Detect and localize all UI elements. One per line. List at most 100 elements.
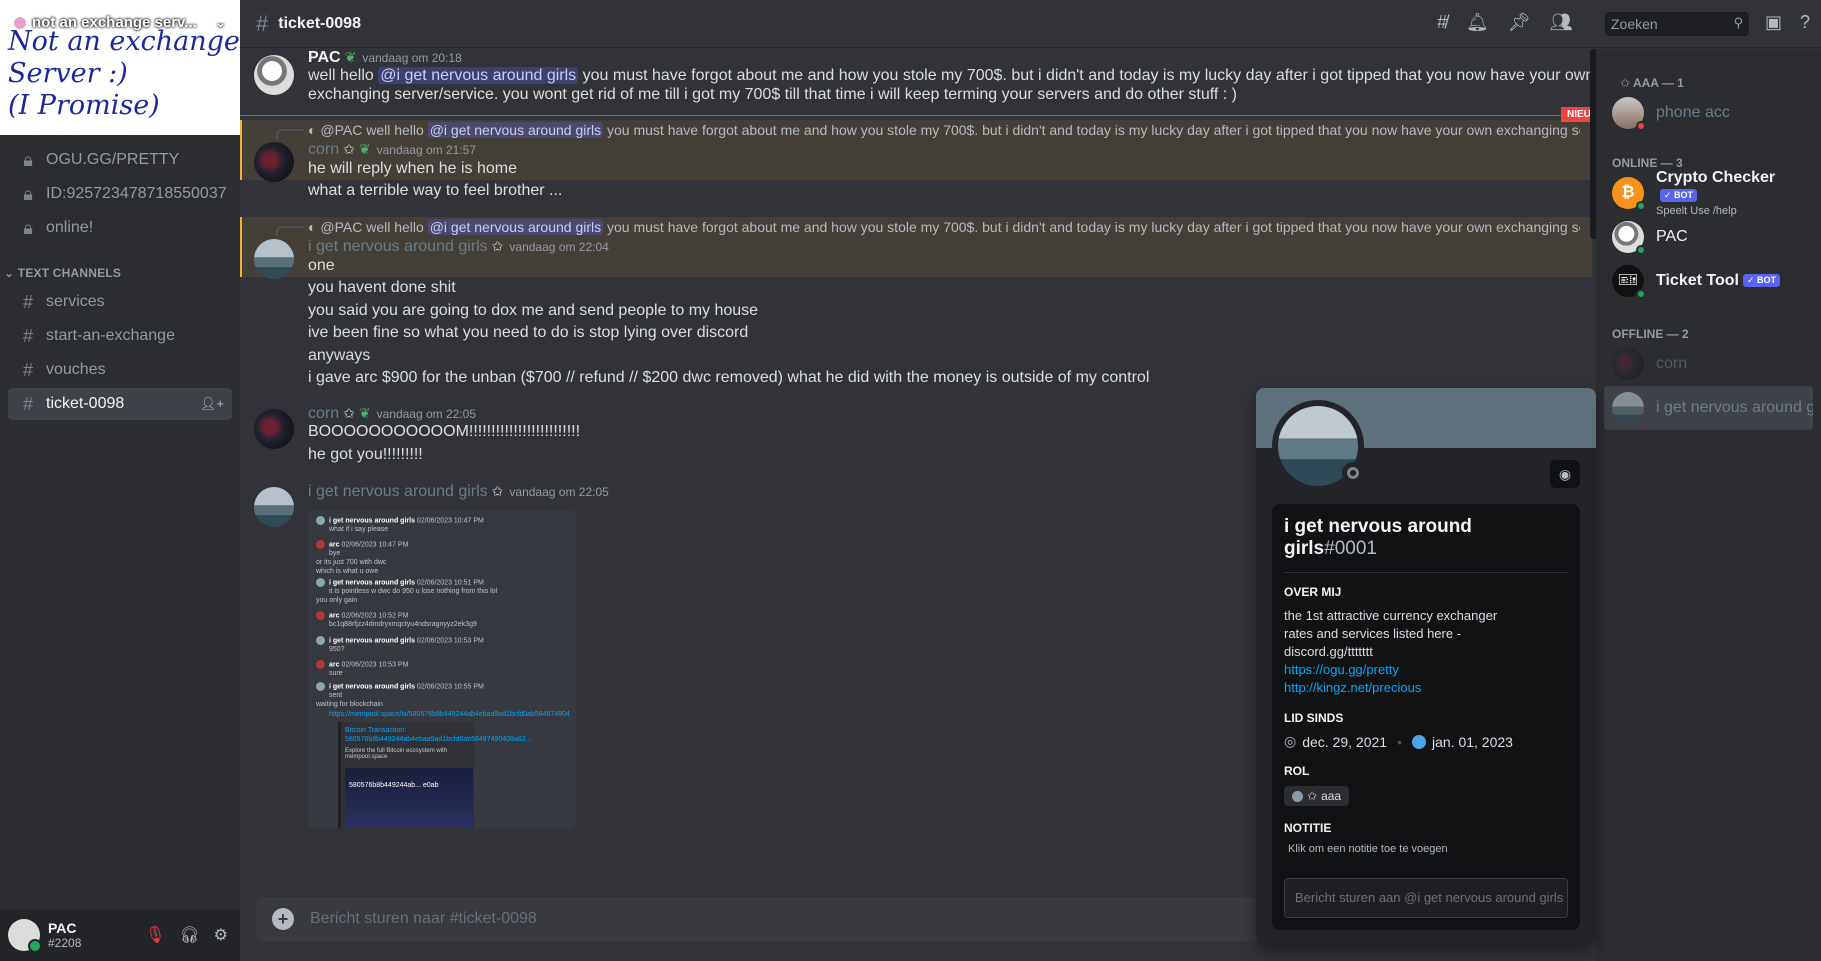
channel-start-an-exchange[interactable]: # start-an-exchange: [8, 320, 232, 352]
channel-label: online!: [46, 219, 94, 236]
message-text: BOOOOOOOOOOOM!!!!!!!!!!!!!!!!!!!!!!!!!: [308, 423, 581, 440]
leaf-badge-icon: ❦: [344, 49, 357, 65]
avatar: [1612, 348, 1644, 380]
ticket-icon: 🎫︎: [1612, 265, 1646, 299]
timestamp: vandaag om 22:05: [509, 485, 609, 499]
reply-author: @PAC: [320, 219, 363, 235]
avatar[interactable]: [254, 239, 294, 279]
member-i-get-nervous[interactable]: i get nervous around girls: [1604, 386, 1813, 430]
online-status-icon: [1636, 289, 1646, 299]
dnd-status-icon: [1636, 121, 1646, 131]
author-name[interactable]: i get nervous around girls: [308, 238, 488, 255]
profile-popout: ◉ i get nervous around girls#0001 OVER M…: [1256, 388, 1596, 944]
inbox-icon[interactable]: ▣: [1765, 12, 1782, 33]
avatar[interactable]: [8, 919, 42, 953]
server-name-header[interactable]: not an exchange serv... ⌄: [14, 14, 226, 31]
channel-ticket-0098[interactable]: # ticket-0098 👤︎+: [8, 388, 232, 420]
member-name: i get nervous around girls: [1656, 399, 1813, 416]
reply-preview[interactable]: ◐ @PAC well hello @i get nervous around …: [308, 219, 1580, 235]
avatar[interactable]: [254, 487, 294, 527]
profile-link[interactable]: https://ogu.gg/pretty: [1284, 661, 1568, 679]
member-list: ✩ AAA — 1 phone acc ONLINE — 3 ₿ Crypto …: [1596, 49, 1821, 961]
server-banner[interactable]: Not an exchange Server :) (I Promise) no…: [0, 0, 240, 135]
mini-row: i get nervous around girls 02/06/2023 10…: [316, 636, 484, 654]
add-attachment-icon[interactable]: +: [272, 908, 294, 930]
bell-icon[interactable]: 🔔︎: [1466, 12, 1489, 33]
mini-time: 02/06/2023 10:53 PM: [341, 661, 409, 669]
online-status-icon: [1636, 245, 1646, 255]
reply-preview[interactable]: ◐ @PAC well hello @i get nervous around …: [308, 122, 1580, 138]
mini-author: arc: [329, 541, 340, 549]
hash-icon: #: [22, 393, 33, 414]
member-pac[interactable]: PAC: [1604, 215, 1813, 259]
chevron-down-icon[interactable]: ⌄: [215, 15, 226, 31]
channel-id[interactable]: 🔒︎ ID:925723478718550037: [8, 178, 232, 210]
mic-muted-icon[interactable]: 🎙︎: [145, 925, 165, 945]
note-heading: NOTITIE: [1284, 820, 1332, 835]
mini-row: i get nervous around girls 02/06/2023 10…: [316, 682, 484, 709]
timestamp: vandaag om 20:18: [362, 51, 462, 65]
reply-text: you must have forgot about me and how yo…: [603, 219, 1580, 235]
help-icon[interactable]: ?: [1800, 12, 1810, 33]
mini-time: 02/06/2023 10:53 PM: [416, 637, 484, 645]
mini-time: 02/06/2023 10:52 PM: [341, 612, 409, 620]
image-attachment[interactable]: i get nervous around girls 02/06/2023 10…: [308, 510, 576, 828]
star-badge-icon: ✩: [343, 141, 355, 157]
author-name[interactable]: corn: [308, 141, 339, 158]
message-text: one: [308, 257, 335, 274]
author-name[interactable]: PAC: [308, 49, 341, 66]
discord-icon: ◎: [1284, 733, 1297, 749]
profile-username: i get nervous around girls: [1284, 516, 1472, 559]
note-input[interactable]: Klik om een notitie toe te voegen: [1288, 843, 1568, 855]
reply-text: you must have forgot about me and how yo…: [603, 122, 1580, 138]
gear-icon[interactable]: ⚙︎: [214, 925, 228, 945]
channel-ogu[interactable]: 🔒︎ OGU.GG/PRETTY: [8, 144, 232, 176]
channel-label: ticket-0098: [46, 395, 125, 412]
threads-icon[interactable]: #̸: [1437, 12, 1447, 33]
search-input[interactable]: Zoeken ⚲: [1605, 12, 1749, 36]
mini-author: i get nervous around girls: [329, 517, 415, 525]
reply-avatar-icon: ◐: [308, 219, 317, 235]
hash-icon: #: [22, 325, 33, 346]
mini-link: https://mempool.space/tx/580576b8b449244…: [329, 711, 569, 718]
member-crypto-checker[interactable]: ₿ Crypto Checker✓ BOT Speelt Use /help: [1604, 169, 1813, 217]
avatar[interactable]: [254, 142, 294, 182]
user-mention[interactable]: @i get nervous around girls: [378, 67, 579, 84]
channel-services[interactable]: # services: [8, 286, 232, 318]
mini-row: i get nervous around girls 02/06/2023 10…: [316, 516, 484, 534]
mini-time: 02/06/2023 10:55 PM: [416, 683, 484, 691]
role-pill[interactable]: ✩ aaa: [1284, 786, 1350, 806]
nitro-icon[interactable]: ◉: [1550, 460, 1580, 488]
category-text-channels[interactable]: ⌄ TEXT CHANNELS: [4, 266, 121, 280]
avatar[interactable]: [254, 55, 294, 95]
member-ticket-tool[interactable]: 🎫︎ Ticket Tool ✓ BOT: [1604, 259, 1813, 303]
mini-avatar: [316, 540, 325, 549]
profile-name: i get nervous around girls#0001: [1284, 516, 1568, 560]
headphones-icon[interactable]: 🎧︎: [179, 925, 199, 945]
bitcoin-icon: ₿: [1612, 177, 1646, 211]
member-name: Crypto Checker: [1656, 169, 1776, 186]
embed-tx: 580576b8b449244ab... e0ab: [349, 782, 439, 789]
channel-online[interactable]: 🔒︎ online!: [8, 212, 232, 244]
members-icon[interactable]: 👥︎: [1550, 12, 1573, 33]
search-icon: ⚲: [1733, 15, 1743, 30]
add-member-icon[interactable]: 👤︎+: [200, 396, 224, 412]
author-name[interactable]: corn: [308, 405, 339, 422]
member-corn[interactable]: corn: [1604, 342, 1813, 386]
message-text: anyways: [308, 347, 371, 364]
member-name: phone acc: [1656, 104, 1730, 121]
mini-avatar: [316, 682, 325, 691]
mini-row: arc 02/06/2023 10:47 PM bye or its just 7…: [316, 540, 408, 576]
author-name[interactable]: i get nervous around girls: [308, 483, 488, 500]
server-name: not an exchange serv...: [32, 14, 197, 31]
member-phone-acc[interactable]: phone acc: [1604, 91, 1813, 135]
avatar[interactable]: [254, 409, 294, 449]
reply-text: well hello: [362, 219, 428, 235]
pin-icon[interactable]: 📌︎: [1508, 12, 1531, 33]
hash-icon: #: [256, 10, 269, 36]
direct-message-input[interactable]: Bericht sturen aan @i get nervous around…: [1284, 878, 1568, 918]
channel-vouches[interactable]: # vouches: [8, 354, 232, 386]
profile-link[interactable]: http://kingz.net/precious: [1284, 679, 1568, 697]
server-icon: [14, 16, 26, 29]
timestamp: vandaag om 22:04: [509, 240, 609, 254]
